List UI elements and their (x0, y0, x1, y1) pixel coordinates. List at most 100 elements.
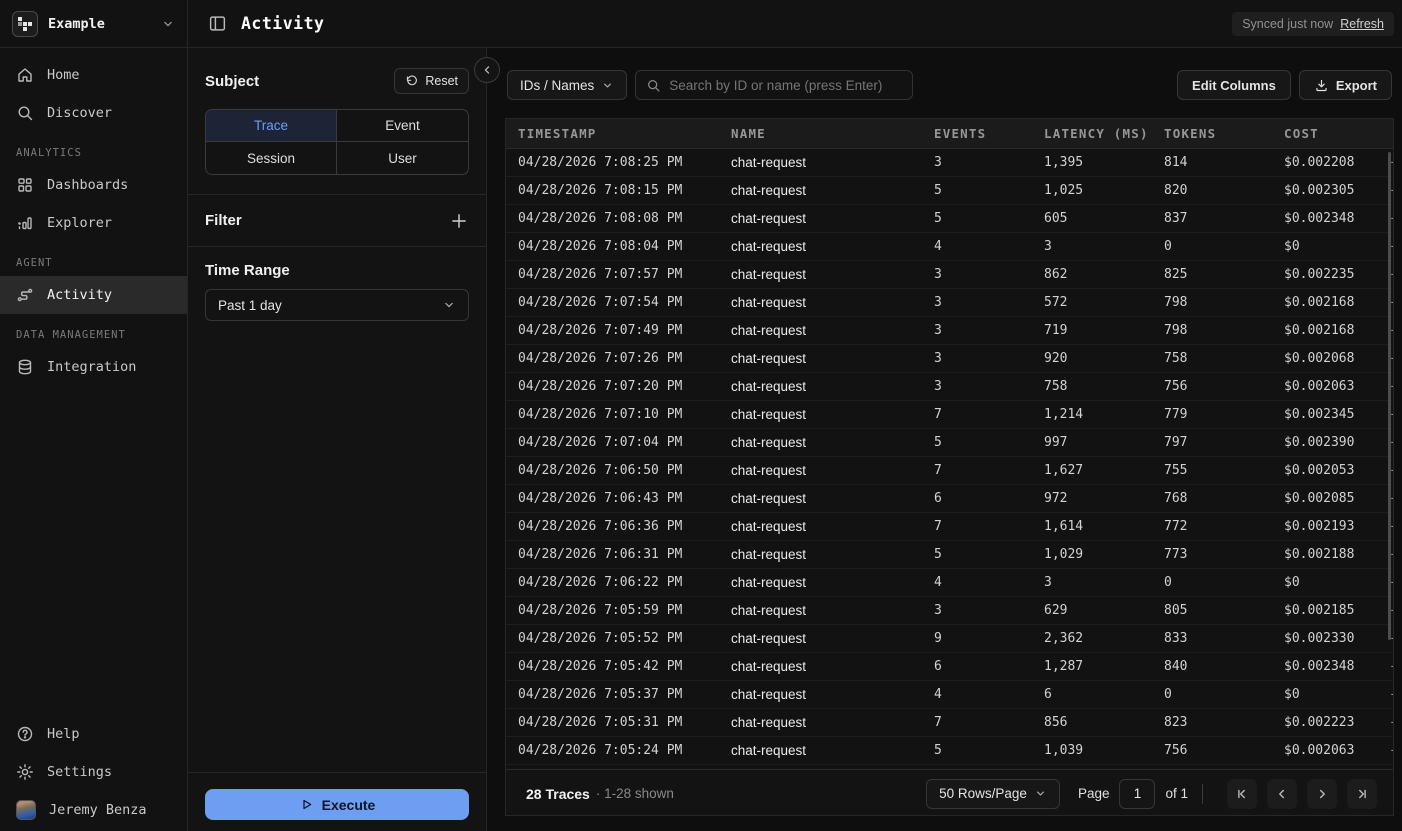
edit-columns-button[interactable]: Edit Columns (1177, 70, 1291, 100)
table-row[interactable]: 04/28/2026 7:07:26 PM chat-request 3 920 758… (506, 345, 1393, 373)
page-number-input[interactable] (1119, 778, 1156, 809)
table-row[interactable]: 04/28/2026 7:05:59 PM chat-request 3 629 805… (506, 597, 1393, 625)
tab-event[interactable]: Event (337, 110, 468, 142)
search-type-select[interactable]: IDs / Names (507, 70, 628, 100)
cell-events: 3 (934, 295, 942, 310)
vertical-scrollbar[interactable] (1388, 152, 1391, 640)
cell-timestamp: 04/28/2026 7:06:50 PM (518, 463, 683, 478)
cell-timestamp: 04/28/2026 7:05:59 PM (518, 603, 683, 618)
cell-cost: $0.002068 (1284, 351, 1355, 366)
last-page-button[interactable] (1347, 778, 1377, 809)
cell-events: 3 (934, 267, 942, 282)
workspace-switcher[interactable]: Example (0, 0, 187, 48)
table-row[interactable]: 04/28/2026 7:06:43 PM chat-request 6 972 768… (506, 485, 1393, 513)
previous-page-button[interactable] (1267, 778, 1297, 809)
sidebar-item-explorer[interactable]: Explorer (0, 204, 187, 242)
cell-latency: 6 (1044, 687, 1052, 702)
first-page-icon (1234, 786, 1250, 802)
table-row[interactable]: 04/28/2026 7:07:10 PM chat-request 7 1,214 7… (506, 401, 1393, 429)
table-row[interactable]: 04/28/2026 7:05:42 PM chat-request 6 1,287 8… (506, 653, 1393, 681)
divider (1202, 783, 1203, 804)
refresh-link[interactable]: Refresh (1340, 17, 1384, 31)
table-row[interactable]: 04/28/2026 7:05:37 PM chat-request 4 6 0 $0 - (506, 681, 1393, 709)
cell-tokens: 837 (1164, 211, 1188, 226)
collapse-panel-button[interactable] (474, 57, 500, 83)
cell-tokens: 779 (1164, 407, 1188, 422)
cell-name: chat-request (731, 323, 807, 338)
table-row[interactable]: 04/28/2026 7:06:22 PMchat-request430$0- (506, 569, 1393, 597)
sidebar-item-user[interactable]: Jeremy Benza (0, 791, 187, 829)
cell-name: chat-request (731, 519, 807, 534)
tab-user[interactable]: User (337, 142, 468, 174)
sidebar-item-settings[interactable]: Settings (0, 753, 187, 791)
search-input[interactable] (669, 77, 903, 93)
table-row[interactable]: 04/28/2026 7:07:49 PM chat-request 3 719 798… (506, 317, 1393, 345)
cell-name: chat-request (731, 687, 807, 702)
cell-timestamp: 04/28/2026 7:05:24 PM (518, 743, 683, 758)
column-header-cost[interactable]: COST (1284, 126, 1389, 141)
table-row[interactable]: 04/28/2026 7:08:15 PM chat-request 5 1,025 8… (506, 177, 1393, 205)
cell-timestamp: 04/28/2026 7:08:15 PM (518, 183, 683, 198)
cell-timestamp: 04/28/2026 7:08:04 PM (518, 239, 683, 254)
table-row[interactable]: 04/28/2026 7:05:31 PM chat-request 7 856 823… (506, 709, 1393, 737)
sidebar-item-home[interactable]: Home (0, 56, 187, 94)
cell-cost: $0.002193 (1284, 519, 1355, 534)
table-row[interactable]: 04/28/2026 7:06:50 PM chat-request 7 1,627 7… (506, 457, 1393, 485)
column-header-timestamp[interactable]: TIMESTAMP (518, 126, 731, 141)
table-row[interactable]: 04/28/2026 7:07:20 PM chat-request 3 758 756… (506, 373, 1393, 401)
sidebar-item-discover[interactable]: Discover (0, 94, 187, 132)
table-row[interactable]: 04/28/2026 7:05:52 PM chat-request 9 2,362 8… (506, 625, 1393, 653)
table-row[interactable]: 04/28/2026 7:08:25 PM chat-request 3 1,395 8… (506, 149, 1393, 177)
tab-session[interactable]: Session (206, 142, 337, 174)
export-button[interactable]: Export (1298, 70, 1392, 100)
table-row[interactable]: 04/28/2026 7:07:54 PM chat-request 3 572 798… (506, 289, 1393, 317)
column-header-tokens[interactable]: TOKENS (1164, 126, 1284, 141)
cell-name: chat-request (731, 575, 807, 590)
sidebar-section-data-management: DATA MANAGEMENT (16, 329, 126, 341)
rows-per-page-select[interactable]: 50 Rows/Page (926, 778, 1060, 809)
divider (188, 246, 486, 247)
cell-cost: $0 (1284, 575, 1300, 590)
cell-timestamp: 04/28/2026 7:08:25 PM (518, 155, 683, 170)
cell-events: 7 (934, 407, 942, 422)
cell-timestamp: 04/28/2026 7:07:54 PM (518, 295, 683, 310)
table-row[interactable]: 04/28/2026 7:06:31 PM chat-request 5 1,029 7… (506, 541, 1393, 569)
cell-tokens: 773 (1164, 547, 1188, 562)
panel-left-icon[interactable] (208, 14, 227, 33)
page-label: Page (1077, 786, 1110, 801)
execute-button[interactable]: Execute (205, 789, 469, 820)
workspace-name: Example (48, 15, 105, 32)
column-header-latency-ms[interactable]: LATENCY (MS) (1044, 126, 1164, 141)
sidebar-item-label: Home (47, 67, 80, 83)
cell-cost: $0.002348 (1284, 659, 1355, 674)
table-row[interactable]: 04/28/2026 7:08:08 PM chat-request 5 605 837… (506, 205, 1393, 233)
sidebar-item-activity[interactable]: Activity (0, 276, 187, 314)
gear-icon (16, 763, 34, 781)
sidebar-item-dashboards[interactable]: Dashboards (0, 166, 187, 204)
time-range-select[interactable]: Past 1 day (205, 289, 469, 321)
add-filter-button[interactable] (449, 211, 469, 231)
cell-latency: 1,029 (1044, 547, 1084, 562)
column-header-events[interactable]: EVENTS (934, 126, 1044, 141)
next-page-button[interactable] (1307, 778, 1337, 809)
chevron-down-icon (161, 17, 175, 31)
cell-tokens: 0 (1164, 239, 1172, 254)
reset-button[interactable]: Reset (394, 68, 469, 94)
sidebar-item-integration[interactable]: Integration (0, 348, 187, 386)
cell-cost: $0.002348 (1284, 211, 1355, 226)
table-row[interactable]: 04/28/2026 7:05:24 PM chat-request 5 1,039 7… (506, 737, 1393, 765)
app-root: Example Home Discover ANALYTICS Dashboar… (0, 0, 1402, 831)
cell-events: 6 (934, 659, 942, 674)
search-icon (646, 78, 661, 93)
tab-trace[interactable]: Trace (206, 110, 337, 142)
table-row[interactable]: 04/28/2026 7:07:57 PM chat-request 3 862 825… (506, 261, 1393, 289)
sidebar-item-help[interactable]: Help (0, 715, 187, 753)
cell-latency: 3 (1044, 575, 1052, 590)
column-header-name[interactable]: NAME (731, 126, 934, 141)
table-row[interactable]: 04/28/2026 7:08:04 PMchat-request430$0- (506, 233, 1393, 261)
first-page-button[interactable] (1227, 778, 1257, 809)
table-row[interactable]: 04/28/2026 7:06:36 PM chat-request 7 1,614 7… (506, 513, 1393, 541)
cell-name: chat-request (731, 407, 807, 422)
table-row[interactable]: 04/28/2026 7:07:04 PM chat-request 5 997 797… (506, 429, 1393, 457)
cell-tokens: 772 (1164, 519, 1188, 534)
